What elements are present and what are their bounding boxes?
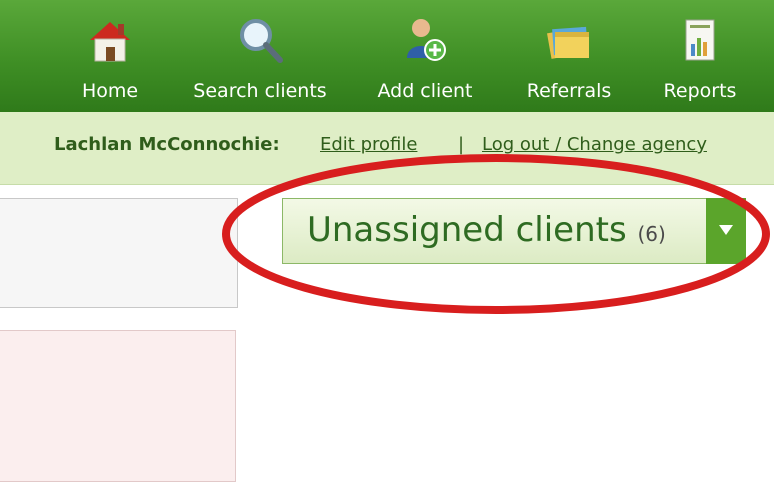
- report-icon: [685, 19, 715, 61]
- left-panel-bottom: [0, 330, 236, 482]
- nav-search-clients[interactable]: Search clients: [184, 14, 336, 106]
- nav-add-client[interactable]: Add client: [370, 14, 480, 106]
- left-panel-top: [0, 198, 238, 308]
- red-annotation-ellipse: [222, 154, 770, 314]
- nav-reports-label: Reports: [663, 80, 737, 102]
- add-user-icon: [407, 19, 446, 61]
- nav-home[interactable]: Home: [76, 14, 144, 106]
- nav-search-clients-label: Search clients: [193, 80, 327, 102]
- home-icon: [90, 22, 130, 62]
- search-icon: [240, 19, 283, 63]
- nav-add-client-label: Add client: [377, 80, 473, 102]
- nav-referrals-label: Referrals: [526, 80, 612, 102]
- nav-referrals[interactable]: Referrals: [514, 14, 624, 106]
- nav-home-label: Home: [81, 80, 139, 102]
- top-nav-bar: Home Search clients Add client Referrals: [0, 0, 774, 112]
- nav-reports[interactable]: Reports: [652, 14, 748, 106]
- folders-icon: [547, 26, 589, 59]
